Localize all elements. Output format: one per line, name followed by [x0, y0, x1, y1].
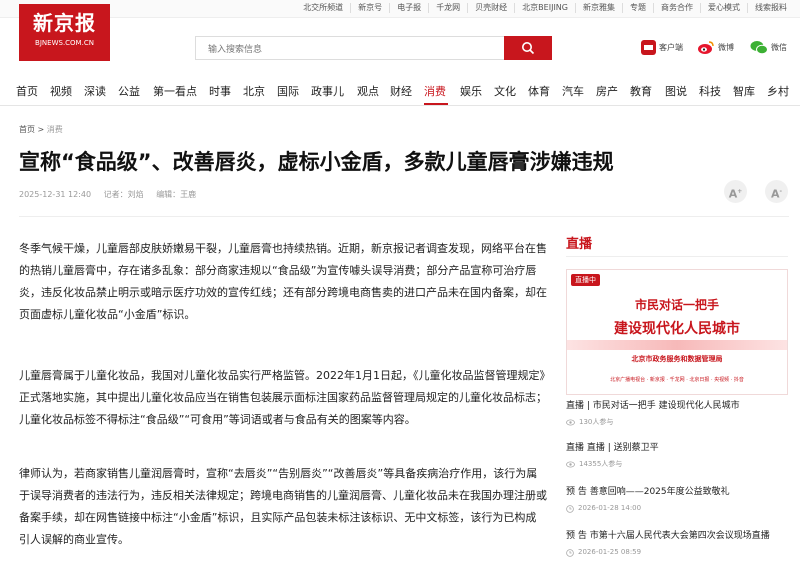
article-title: 宣称“食品级”、改善唇炎，虚标小金盾，多款儿童唇膏涉嫌违规	[19, 150, 614, 174]
top-link[interactable]: 贝壳财经	[467, 3, 514, 13]
sidebar-news-item[interactable]: 直播 | 市民对话一把手 建设现代化人民城市 130人参与	[566, 400, 788, 427]
article-meta: 2025-12-31 12:40 记者：刘焰 编辑：王鹿	[19, 189, 206, 200]
breadcrumb-separator: >	[37, 125, 45, 134]
article-paragraph: 冬季气候干燥，儿童唇部皮肤娇嫩易干裂，儿童唇膏也持续热销。近期，新京报记者调查发…	[19, 242, 547, 321]
article-paragraph: 律师认为，若商家销售儿童润唇膏时，宣称“去唇炎”“告别唇炎”“改善唇炎”等具备疾…	[19, 467, 547, 546]
search-icon	[522, 42, 535, 55]
nav-item[interactable]: 视频	[50, 83, 72, 99]
sidebar-title: 直播	[566, 237, 593, 252]
top-link[interactable]: 专题	[622, 3, 653, 13]
top-link[interactable]: 北京BEIJING	[514, 3, 575, 13]
search-box[interactable]: 输入搜索信息	[195, 36, 552, 60]
nav-item[interactable]: 时事	[209, 83, 231, 99]
article-editor: 编辑：王鹿	[156, 190, 197, 199]
breadcrumb: 首页 > 消费	[19, 124, 63, 135]
nav-active-underline	[424, 103, 448, 105]
weibo-link[interactable]: 微博	[697, 40, 734, 55]
weibo-label: 微博	[718, 43, 734, 52]
search-button[interactable]	[504, 36, 552, 60]
top-bar: 北交所频道 新京号 电子报 千龙网 贝壳财经 北京BEIJING 新京雅集 专题…	[0, 0, 800, 18]
client-link[interactable]: 客户端	[641, 40, 683, 55]
article-date: 2025-12-31 12:40	[19, 190, 92, 199]
banner-line2: 建设现代化人民城市	[614, 321, 740, 337]
breadcrumb-home[interactable]: 首页	[19, 125, 35, 134]
nav-item[interactable]: 体育	[528, 83, 550, 99]
clock-icon	[566, 548, 574, 557]
font-increase-button[interactable]: A+	[724, 180, 747, 203]
news-title[interactable]: 预 告 市第十六届人民代表大会第四次会议现场直播	[566, 530, 788, 542]
news-title[interactable]: 直播 直播 | 送别蔡卫平	[566, 442, 788, 454]
nav-item[interactable]: 汽车	[562, 83, 584, 99]
sidebar-news-item[interactable]: 直播 直播 | 送别蔡卫平 14355人参与	[566, 442, 788, 469]
top-link[interactable]: 新京号	[350, 3, 389, 13]
sidebar-news-item[interactable]: 预 告 市第十六届人民代表大会第四次会议现场直播 2026-01-25 08:5…	[566, 530, 788, 557]
site-logo[interactable]: 新京报 BJNEWS.COM.CN	[19, 4, 110, 61]
weibo-icon	[698, 41, 714, 54]
app-icon	[641, 40, 656, 55]
nav-item[interactable]: 观点	[357, 83, 379, 99]
top-link[interactable]: 线索报料	[747, 3, 794, 13]
nav-item[interactable]: 公益	[118, 83, 140, 99]
logo-domain: BJNEWS.COM.CN	[35, 39, 94, 47]
news-participants: 14355人参与	[579, 460, 623, 468]
news-sub: 14355人参与	[566, 460, 788, 469]
nav-item[interactable]: 图说	[665, 83, 687, 99]
top-link[interactable]: 北交所频道	[296, 3, 350, 13]
top-link[interactable]: 新京雅集	[575, 3, 622, 13]
font-decrease-icon: A	[770, 187, 780, 201]
nav-item[interactable]: 文化	[494, 83, 516, 99]
top-link[interactable]: 千龙网	[428, 3, 467, 13]
live-tag: 直播中	[571, 274, 600, 286]
nav-item[interactable]: 首页	[16, 83, 38, 99]
top-links: 北交所频道 新京号 电子报 千龙网 贝壳财经 北京BEIJING 新京雅集 专题…	[296, 3, 794, 13]
eye-icon	[566, 461, 575, 468]
nav-item[interactable]: 智库	[733, 83, 755, 99]
live-banner[interactable]: 直播中 市民对话一把手 建设现代化人民城市 北京市政务服务和数据管理局 北京广播…	[566, 269, 788, 395]
nav-item[interactable]: 第一看点	[153, 83, 197, 99]
news-time: 2026-01-25 08:59	[578, 548, 642, 556]
news-time: 2026-01-28 14:00	[578, 504, 642, 512]
nav-item[interactable]: 房产	[596, 83, 618, 99]
client-label: 客户端	[659, 43, 683, 52]
news-sub: 2026-01-28 14:00	[566, 504, 788, 513]
news-title[interactable]: 直播 | 市民对话一把手 建设现代化人民城市	[566, 400, 788, 412]
top-link[interactable]: 电子报	[389, 3, 428, 13]
logo-text: 新京报	[33, 11, 96, 35]
sidebar-news-item[interactable]: 预 告 善意回响——2025年度公益致敬礼 2026-01-28 14:00	[566, 486, 788, 513]
top-link[interactable]: 爱心模式	[700, 3, 747, 13]
nav-item[interactable]: 娱乐	[460, 83, 482, 99]
eye-icon	[566, 419, 575, 426]
font-decrease-button[interactable]: A-	[765, 180, 788, 203]
banner-line1: 市民对话一把手	[634, 298, 719, 312]
news-title[interactable]: 预 告 善意回响——2025年度公益致敬礼	[566, 486, 788, 498]
banner-skyline	[567, 340, 787, 350]
nav-item[interactable]: 教育	[630, 83, 652, 99]
nav-item[interactable]: 国际	[277, 83, 299, 99]
breadcrumb-current[interactable]: 消费	[47, 125, 63, 134]
banner-line3: 北京市政务服务和数据管理局	[631, 355, 723, 363]
clock-icon	[566, 504, 574, 513]
meta-divider	[19, 216, 789, 217]
main-nav: 首页 视频 深读 公益 第一看点 时事 北京 国际 政事儿 观点 财经 消费 娱…	[0, 76, 800, 106]
sidebar-divider	[566, 256, 788, 257]
wechat-label: 微信	[771, 43, 787, 52]
top-link[interactable]: 商务合作	[653, 3, 700, 13]
wechat-icon	[750, 41, 768, 55]
nav-item[interactable]: 北京	[243, 83, 265, 99]
search-input[interactable]: 输入搜索信息	[208, 42, 262, 55]
font-increase-icon: A	[728, 187, 738, 201]
wechat-link[interactable]: 微信	[750, 40, 787, 55]
nav-item[interactable]: 深读	[84, 83, 106, 99]
news-participants: 130人参与	[579, 418, 614, 426]
article-paragraph: 儿童唇膏属于儿童化妆品，我国对儿童化妆品实行严格监管。2022年1月1日起，《儿…	[19, 369, 547, 426]
nav-item[interactable]: 财经	[390, 83, 412, 99]
nav-item[interactable]: 政事儿	[311, 83, 344, 99]
nav-item[interactable]: 科技	[699, 83, 721, 99]
article-reporter: 记者：刘焰	[103, 190, 144, 199]
nav-item-active[interactable]: 消费	[424, 83, 446, 99]
news-sub: 2026-01-25 08:59	[566, 548, 788, 557]
news-sub: 130人参与	[566, 418, 788, 427]
nav-item[interactable]: 乡村	[767, 83, 789, 99]
banner-logos: 北京广播电视台 · 新京报 · 千龙网 · 北京日报 · 央视频 · 抖音	[610, 377, 744, 383]
